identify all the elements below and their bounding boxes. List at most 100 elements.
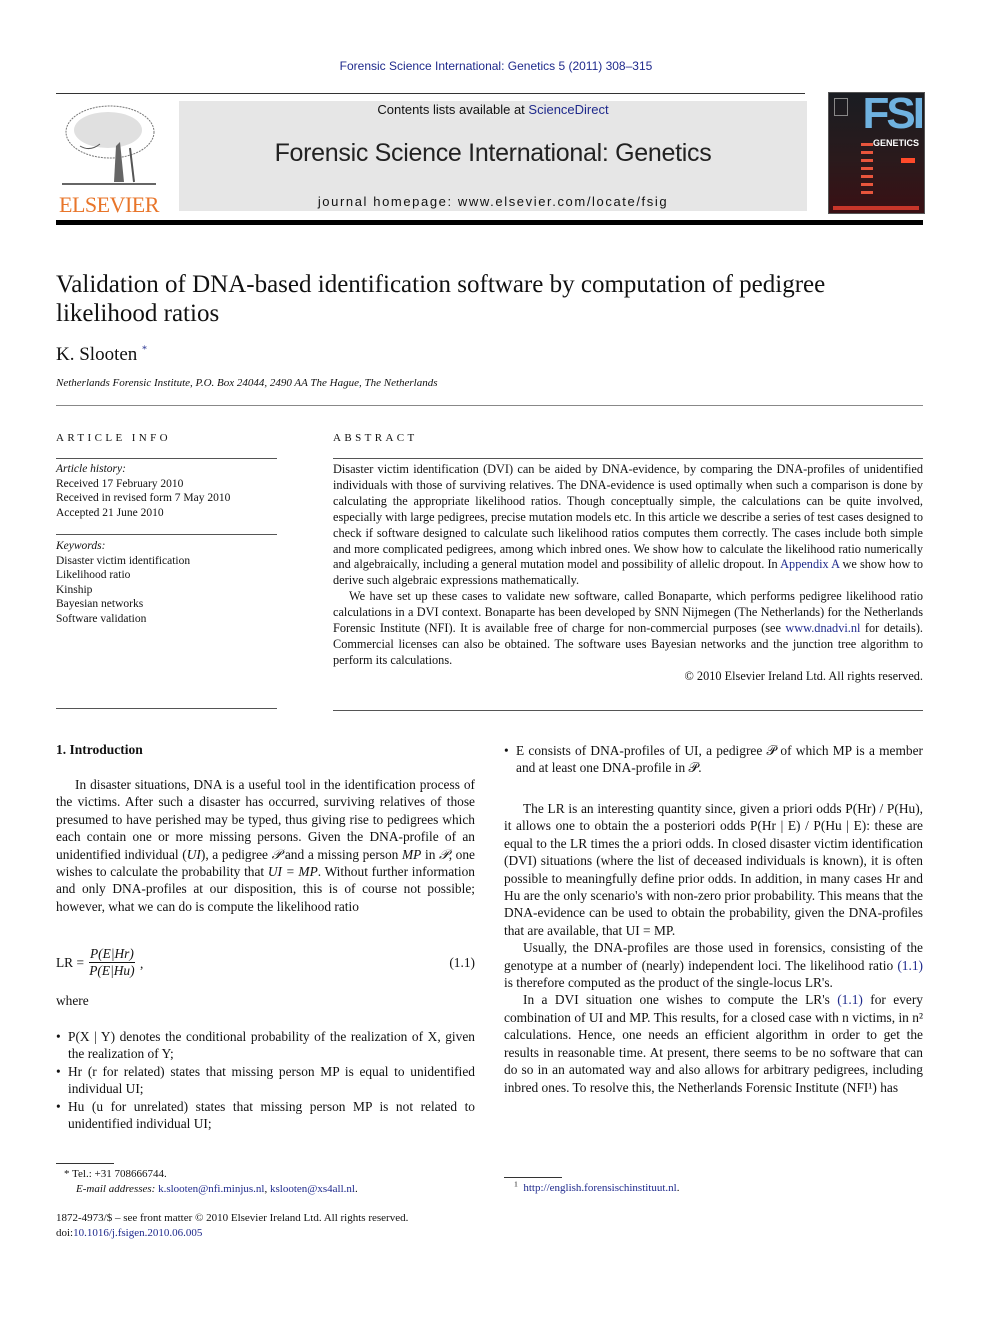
doi-link[interactable]: 10.1016/j.fsigen.2010.06.005 (73, 1227, 202, 1239)
definition-list: P(X | Y) denotes the conditional probabi… (56, 1028, 475, 1132)
doi-label: doi: (56, 1227, 74, 1239)
article-info-rule (56, 708, 277, 709)
body-text: Usually, the DNA-profiles are those used… (504, 940, 923, 973)
equation-number: (1.1) (449, 955, 475, 970)
keywords-list: Keywords: Disaster victim identification… (56, 539, 190, 626)
sciencedirect-link[interactable]: ScienceDirect (528, 102, 608, 117)
history-label: Article history: (56, 463, 126, 475)
header-thick-rule (56, 220, 923, 225)
author-affiliation: Netherlands Forensic Institute, P.O. Box… (56, 377, 438, 389)
front-matter: 1872-4973/$ – see front matter © 2010 El… (56, 1211, 408, 1241)
section-heading-introduction: 1. Introduction (56, 742, 143, 757)
keyword: Kinship (56, 583, 93, 596)
abstract-heading: ABSTRACT (333, 432, 418, 444)
article-info-rule (56, 534, 277, 535)
email-link[interactable]: k.slooten@nfi.minjus.nl (158, 1183, 264, 1195)
nfi-url-link[interactable]: http://english.forensischinstituut.nl (523, 1182, 676, 1194)
equation-numerator: P(E|Hr) (89, 946, 135, 963)
keywords-label: Keywords: (56, 540, 106, 552)
equation-fraction: P(E|Hr) P(E|Hu) (89, 946, 135, 979)
cover-subtitle: GENETICS (872, 138, 919, 148)
list-item: E consists of DNA-profiles of UI, a pedi… (504, 742, 923, 777)
cover-abbrev: FSI (862, 92, 924, 138)
history-revised: Received in revised form 7 May 2010 (56, 492, 231, 504)
body-paragraph: In a DVI situation one wishes to compute… (504, 991, 923, 1095)
body-paragraph: Usually, the DNA-profiles are those used… (504, 939, 923, 991)
contents-prefix: Contents lists available at (377, 102, 529, 117)
footnote-1: 1 http://english.forensischinstituut.nl. (514, 1179, 680, 1194)
abstract-paragraph: We have set up these cases to validate n… (333, 589, 923, 669)
body-text: ), a pedigree (200, 846, 272, 862)
journal-banner: Contents lists available at ScienceDirec… (179, 101, 807, 211)
equation-denominator: P(E|Hu) (89, 963, 135, 978)
body-text: UI (186, 846, 201, 862)
body-text: for every combination of UI and MP. This… (504, 992, 923, 1095)
abstract-rule (333, 458, 923, 459)
pedigree-symbol: 𝒫 (271, 846, 282, 862)
list-item: Hr (r for related) states that missing p… (56, 1063, 475, 1098)
journal-title: Forensic Science International: Genetics (274, 139, 712, 167)
email-label: E-mail addresses: (76, 1183, 156, 1195)
keyword: Likelihood ratio (56, 569, 131, 581)
author-line: K. Slooten * (56, 344, 147, 366)
gel-lane-icon (861, 143, 873, 199)
abstract-paragraph: Disaster victim identification (DVI) can… (333, 462, 923, 589)
elsevier-tree-icon (62, 105, 156, 185)
corresponding-author-mark[interactable]: * (142, 345, 147, 356)
equation-1-1: LR = P(E|Hr) P(E|Hu) , (1.1) (56, 946, 475, 982)
footnote-rule (56, 1163, 114, 1164)
article-title: Validation of DNA-based identification s… (56, 271, 826, 327)
contents-line: Contents lists available at ScienceDirec… (179, 102, 807, 117)
list-item: Hu (u for unrelated) states that missing… (56, 1098, 475, 1133)
doi-line: doi:10.1016/j.fsigen.2010.06.005 (56, 1226, 408, 1241)
body-text: in (421, 846, 440, 862)
author-footnote: * Tel.: +31 708666744. E-mail addresses:… (56, 1167, 358, 1197)
equation-comma: , (140, 956, 144, 971)
footnote-rule (504, 1177, 562, 1178)
pedigree-symbol: 𝒫 (439, 846, 449, 862)
dnadvi-link[interactable]: www.dnadvi.nl (785, 621, 860, 635)
definition-list: E consists of DNA-profiles of UI, a pedi… (504, 742, 923, 777)
keyword: Bayesian networks (56, 598, 144, 610)
keyword: Software validation (56, 612, 147, 625)
title-rule (56, 405, 923, 406)
cover-emblem-icon (834, 98, 848, 116)
article-info-rule (56, 458, 277, 459)
list-item: P(X | Y) denotes the conditional probabi… (56, 1028, 475, 1063)
body-text: MP (402, 846, 422, 862)
intro-paragraph: In disaster situations, DNA is a useful … (56, 776, 475, 915)
equation-ref-link[interactable]: (1.1) (837, 992, 863, 1007)
gel-band-icon (901, 158, 915, 163)
footnote-tel: * Tel.: +31 708666744. (64, 1168, 167, 1180)
elsevier-logo[interactable]: ELSEVIER (56, 100, 162, 217)
body-text: UI = MP (267, 864, 318, 880)
body-text: and a missing person (281, 846, 403, 862)
abstract-body: Disaster victim identification (DVI) can… (333, 462, 923, 685)
keyword: Disaster victim identification (56, 554, 191, 567)
appendix-a-link[interactable]: Appendix A (780, 557, 839, 571)
article-info-heading: ARTICLE INFO (56, 432, 171, 444)
footnote-mark: 1 (514, 1179, 518, 1189)
intro-right-body: The LR is an interesting quantity since,… (504, 800, 923, 1096)
abstract-copyright: © 2010 Elsevier Ireland Ltd. All rights … (684, 668, 923, 683)
body-text: is therefore computed as the product of … (504, 975, 833, 991)
header-rule (56, 93, 805, 94)
history-accepted: Accepted 21 June 2010 (56, 506, 164, 519)
history-received: Received 17 February 2010 (56, 477, 184, 490)
cover-footer-bar (833, 206, 919, 210)
journal-citation[interactable]: Forensic Science International: Genetics… (0, 59, 992, 73)
body-paragraph: The LR is an interesting quantity since,… (504, 801, 923, 938)
abstract-text: Disaster victim identification (DVI) can… (333, 462, 923, 572)
issn-line: 1872-4973/$ – see front matter © 2010 El… (56, 1212, 409, 1224)
journal-cover-image[interactable]: FSI GENETICS (828, 92, 925, 214)
equation-lhs: LR = (56, 955, 85, 970)
body-text: In a DVI situation one wishes to compute… (523, 992, 838, 1008)
email-link[interactable]: kslooten@xs4all.nl (270, 1183, 355, 1195)
author-name: K. Slooten (56, 344, 138, 365)
journal-homepage[interactable]: journal homepage: www.elsevier.com/locat… (179, 194, 807, 209)
equation-ref-link[interactable]: (1.1) (897, 958, 923, 973)
footnote-email: E-mail addresses: k.slooten@nfi.minjus.n… (76, 1183, 358, 1195)
article-history: Article history: Received 17 February 20… (56, 462, 230, 520)
where-text: where (56, 993, 89, 1008)
elsevier-wordmark: ELSEVIER (59, 192, 159, 217)
